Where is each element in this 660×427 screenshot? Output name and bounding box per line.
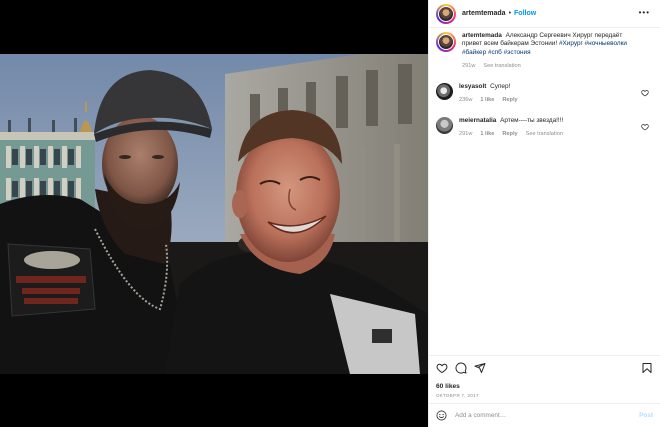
add-comment-bar: Post [429, 403, 660, 427]
more-options-icon[interactable]: ••• [639, 8, 650, 17]
author-username[interactable]: artemtemada [462, 10, 506, 17]
caption-see-translation[interactable]: See translation [483, 63, 520, 69]
comment-age: 291w [459, 131, 473, 138]
commenter-avatar[interactable] [436, 117, 453, 135]
instagram-post-dialog: artemtemada • Follow ••• artemtemada Але… [0, 0, 660, 427]
post-comment-button[interactable]: Post [639, 412, 653, 419]
like-comment-heart-icon[interactable] [641, 123, 649, 131]
post-side-panel: artemtemada • Follow ••• artemtemada Але… [428, 0, 660, 427]
follow-button[interactable]: Follow [514, 10, 536, 17]
post-caption: artemtemada Александр Сергеевич Хирург п… [436, 32, 653, 69]
comment-likes[interactable]: 1 like [480, 131, 494, 137]
comment-item: meiernatalia Артем----ты звезда!!!! 291w… [436, 117, 653, 137]
comment-meta: 291w 1 like Reply See translation [459, 131, 629, 137]
like-heart-icon[interactable] [436, 362, 448, 374]
header-separator: • [508, 10, 512, 17]
caption-username[interactable]: artemtemada [462, 32, 502, 39]
caption-author-avatar[interactable] [436, 32, 456, 52]
add-comment-input[interactable] [455, 412, 640, 419]
comment-text: Артем----ты звезда!!!! [500, 117, 564, 125]
post-header: artemtemada • Follow ••• [429, 0, 660, 28]
comment-meta: 236w 1 like Reply [459, 97, 629, 103]
post-photo[interactable] [0, 54, 428, 374]
comment-item: lesyasolt Супер! 236w 1 like Reply [436, 82, 653, 103]
likes-count[interactable]: 60 likes [436, 383, 460, 390]
comment-age: 236w [459, 97, 473, 104]
caption-age: 291w [462, 62, 476, 69]
comment-bubble-icon[interactable] [455, 362, 467, 374]
comment-text-block: lesyasolt Супер! [459, 83, 629, 91]
comments-list[interactable]: artemtemada Александр Сергеевич Хирург п… [429, 29, 660, 355]
commenter-avatar[interactable] [436, 82, 453, 100]
like-comment-heart-icon[interactable] [641, 89, 649, 97]
comment-see-translation[interactable]: See translation [526, 131, 563, 137]
post-actions [436, 362, 486, 374]
comment-text-block: meiernatalia Артем----ты звезда!!!! [459, 117, 629, 125]
comment-reply-button[interactable]: Reply [502, 131, 517, 137]
emoji-smiley-icon[interactable] [436, 410, 447, 421]
comment-reply-button[interactable]: Reply [502, 97, 517, 103]
comment-text: Супер! [490, 82, 511, 90]
post-date: ОКТОБРЯ 7, 2017 [436, 393, 479, 398]
save-bookmark-icon[interactable] [641, 362, 653, 374]
comment-username[interactable]: lesyasolt [459, 83, 486, 90]
caption-text-block: artemtemada Александр Сергеевич Хирург п… [462, 32, 632, 57]
share-paper-plane-icon[interactable] [474, 362, 486, 374]
post-media [0, 0, 428, 427]
caption-meta: 291w See translation [462, 63, 632, 69]
post-footer: 60 likes ОКТОБРЯ 7, 2017 Post [429, 355, 660, 427]
selfie-photo-illustration [0, 54, 428, 374]
author-avatar[interactable] [436, 3, 456, 24]
comment-likes[interactable]: 1 like [480, 97, 494, 103]
comment-username[interactable]: meiernatalia [459, 117, 496, 124]
